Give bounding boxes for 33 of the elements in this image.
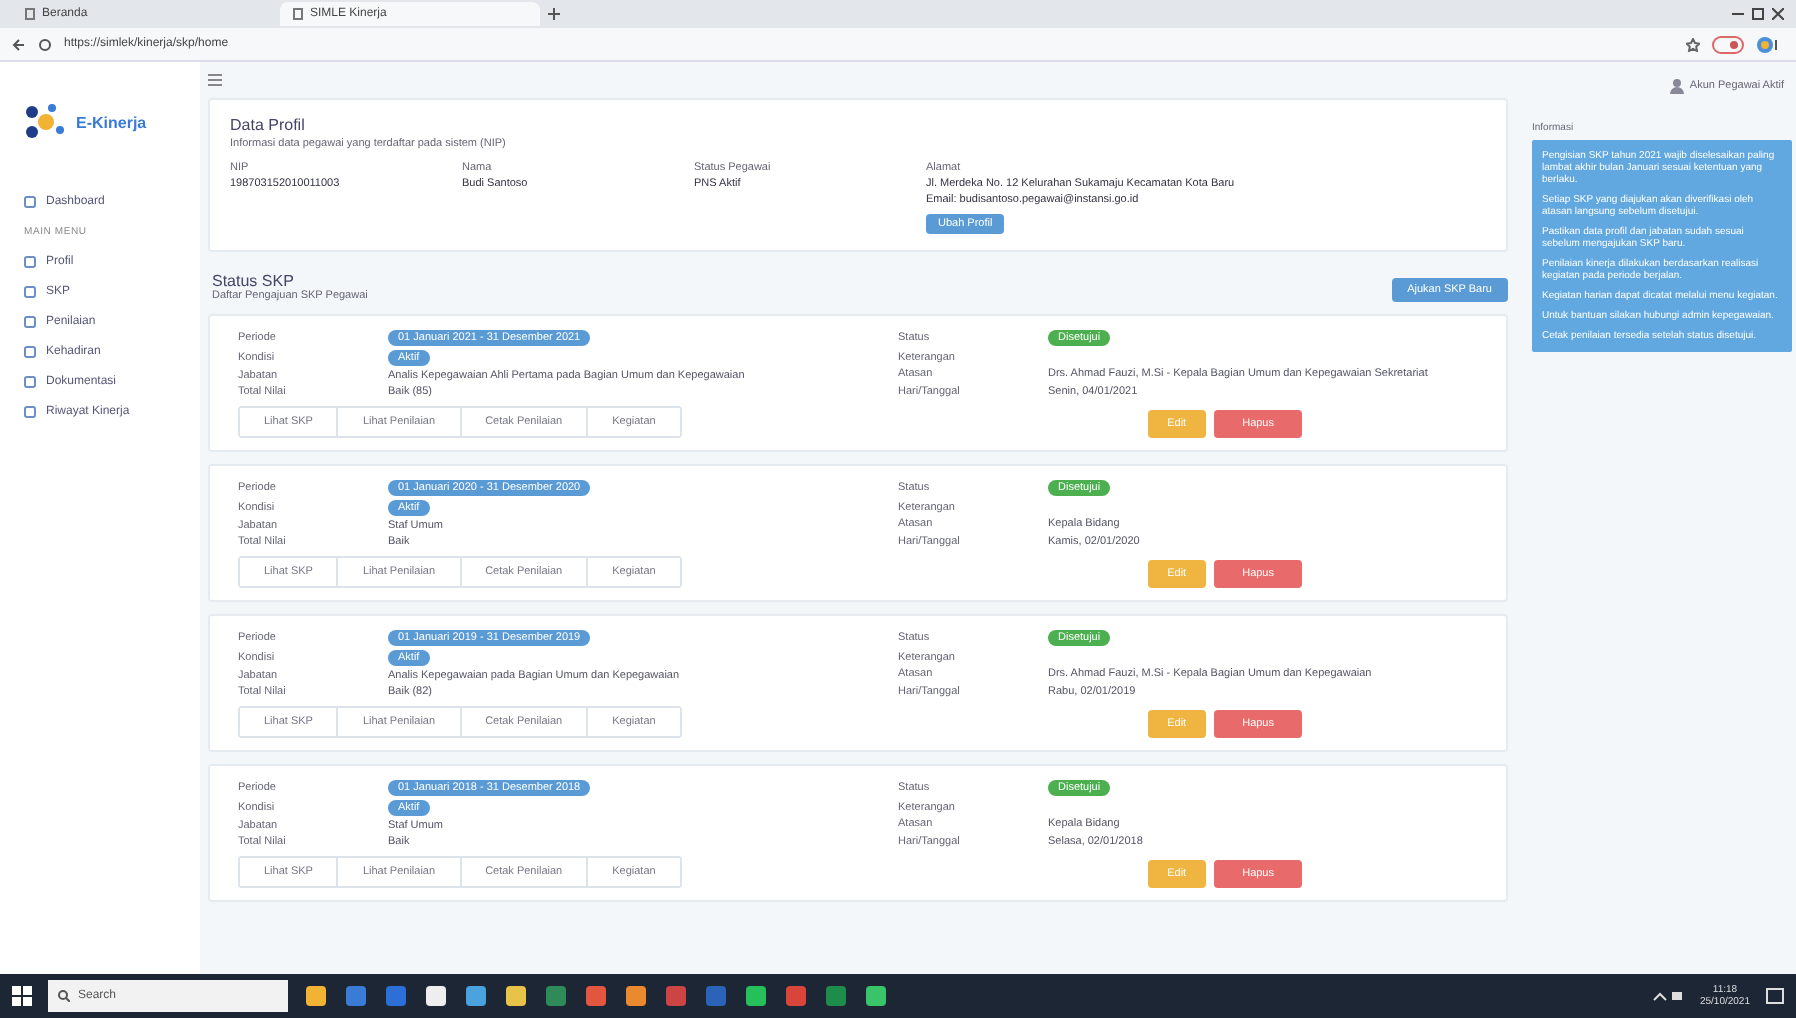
notification-icon[interactable] bbox=[1766, 987, 1784, 1005]
logo-text: E-Kinerja bbox=[76, 113, 147, 131]
menu-item-icon bbox=[24, 196, 36, 208]
star-icon[interactable] bbox=[1686, 37, 1700, 51]
page-icon bbox=[292, 8, 304, 20]
logo-icon bbox=[24, 102, 68, 142]
minimize-icon[interactable] bbox=[1732, 8, 1744, 20]
menu-item-icon bbox=[24, 256, 36, 268]
search-icon bbox=[58, 990, 70, 1002]
card-title: Data Profil bbox=[230, 116, 307, 134]
add-tab-icon[interactable] bbox=[548, 8, 560, 20]
taskbar-app-icon[interactable] bbox=[864, 984, 888, 1008]
windows-start-icon[interactable] bbox=[12, 986, 32, 1006]
menu-item-icon bbox=[24, 286, 36, 298]
menu-item-icon bbox=[24, 316, 36, 328]
taskbar-app-icon[interactable] bbox=[504, 984, 528, 1008]
taskbar-app-icon[interactable] bbox=[304, 984, 328, 1008]
user-icon bbox=[1669, 78, 1684, 94]
page-icon bbox=[24, 8, 36, 20]
close-icon[interactable] bbox=[1772, 8, 1784, 20]
menu-icon[interactable] bbox=[208, 74, 222, 86]
reload-icon[interactable] bbox=[38, 37, 52, 51]
maximize-icon[interactable] bbox=[1752, 8, 1764, 20]
section-title: Status SKP bbox=[212, 272, 296, 290]
taskbar-app-icon[interactable] bbox=[424, 984, 448, 1008]
tray-icon bbox=[1651, 988, 1684, 1004]
menu-item-icon bbox=[24, 376, 36, 388]
taskbar-app-icon[interactable] bbox=[744, 984, 768, 1008]
menu-item-icon bbox=[24, 406, 36, 418]
back-icon[interactable] bbox=[12, 37, 26, 51]
menu-item-icon bbox=[24, 346, 36, 358]
taskbar-app-icon[interactable] bbox=[464, 984, 488, 1008]
taskbar-app-icon[interactable] bbox=[624, 984, 648, 1008]
